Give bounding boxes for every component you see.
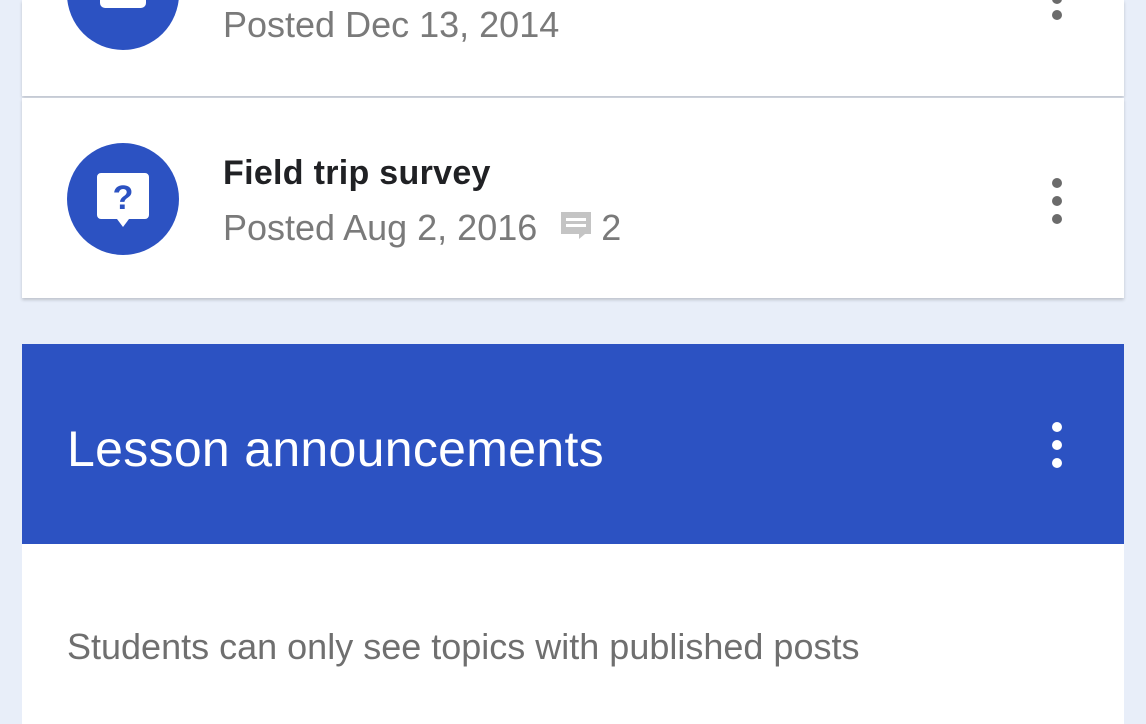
empty-topic-message: Students can only see topics with publis…	[67, 626, 860, 667]
post-card[interactable]: ? Field trip survey Posted Aug 2, 2016 2	[22, 98, 1124, 298]
question-icon: ?	[67, 143, 179, 255]
more-options-button[interactable]	[1042, 0, 1072, 36]
svg-text:?: ?	[113, 179, 134, 217]
post-date-text: Posted Aug 2, 2016	[223, 207, 538, 248]
topic-title: Lesson announcements	[67, 421, 604, 477]
more-vert-dot	[1052, 10, 1062, 20]
topic-more-options-button[interactable]	[1042, 420, 1072, 470]
more-vert-dot	[1052, 440, 1062, 450]
post-card[interactable]: Posted Dec 13, 2014	[22, 0, 1124, 96]
topic-header: Lesson announcements	[22, 344, 1124, 544]
post-date-text: Posted Dec 13, 2014	[223, 4, 560, 45]
more-vert-icon	[1052, 422, 1062, 432]
more-vert-icon	[1052, 178, 1062, 188]
post-title[interactable]: Field trip survey	[223, 154, 491, 193]
topic-body: Students can only see topics with publis…	[22, 544, 1124, 724]
more-options-button[interactable]	[1042, 176, 1072, 226]
more-vert-dot	[1052, 196, 1062, 206]
more-vert-dot	[1052, 458, 1062, 468]
more-vert-dot	[1052, 214, 1062, 224]
post-meta: Posted Aug 2, 2016 2	[223, 207, 621, 249]
comment-icon	[559, 207, 593, 249]
more-vert-icon	[1052, 0, 1062, 4]
comment-count: 2	[601, 207, 622, 248]
assignment-icon	[67, 0, 179, 50]
post-date: Posted Dec 13, 2014	[223, 4, 559, 46]
